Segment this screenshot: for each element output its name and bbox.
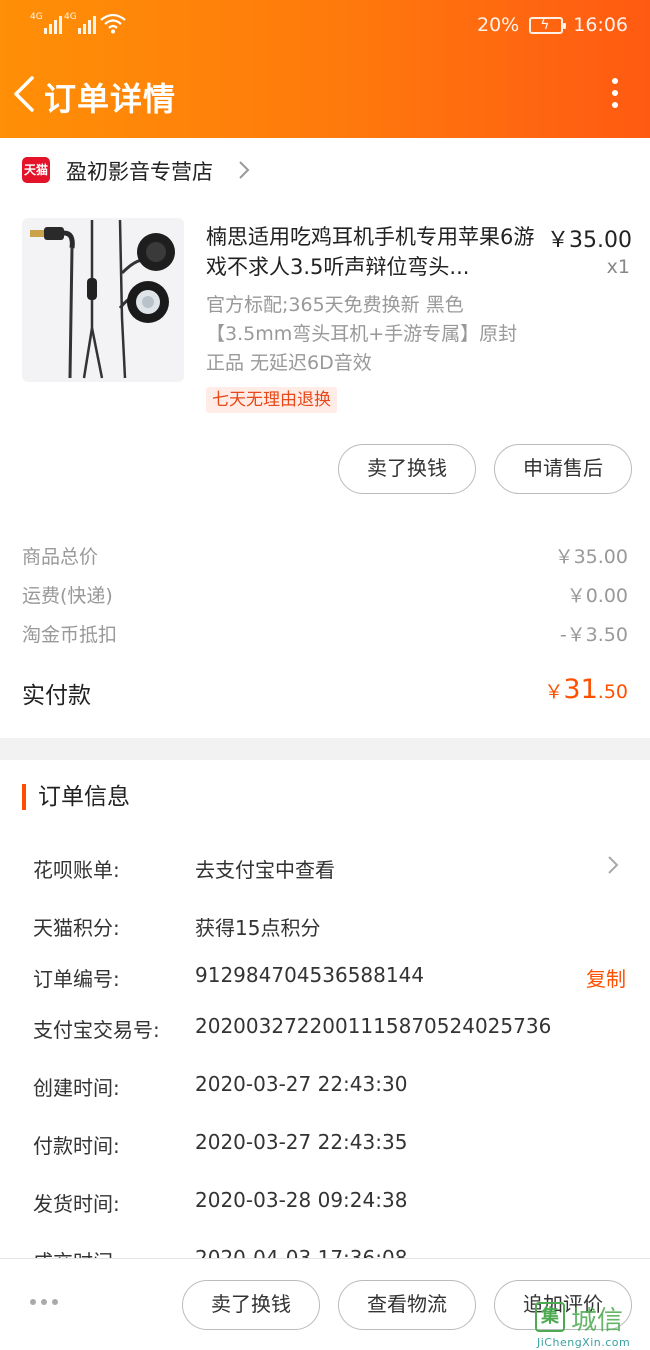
product-image[interactable] [22,218,184,382]
info-label: 订单编号: [33,967,120,991]
header: 4G 4G 20% ϟ 16:06 订单详情 [0,0,650,138]
chevron-right-icon [239,161,250,179]
after-sale-button[interactable]: 申请售后 [494,444,632,494]
wifi-icon [100,13,126,34]
signal-icon: 4G [30,12,62,34]
info-label: 支付宝交易号: [33,1018,160,1042]
store-row[interactable]: 天猫 盈初影音专营店 [0,138,650,202]
info-value: 2020-03-28 09:24:38 [195,1188,408,1212]
more-dots-icon[interactable] [30,1299,58,1305]
battery-percent: 20% [477,14,520,36]
summary-value: ￥0.00 [566,585,628,607]
signal-icon: 4G [64,12,96,34]
info-label: 花呗账单: [33,858,120,882]
summary-row: 商品总价 ￥35.00 [22,542,628,569]
watermark-logo: 集 城信 JiChengXin.com [533,1300,650,1350]
summary-label: 淘金币抵扣 [22,624,118,646]
battery-icon: ϟ [529,16,567,34]
return-policy-badge: 七天无理由退换 [206,387,337,413]
page-title: 订单详情 [44,80,177,118]
total-amount: ￥31.50 [544,674,628,705]
chevron-right-icon[interactable] [606,854,620,876]
info-label: 发货时间: [33,1192,120,1216]
watermark-icon: 集 [535,1302,565,1332]
total-label: 实付款 [22,683,91,709]
product-price: ￥35.00 [547,228,632,253]
tmall-icon: 天猫 [22,157,50,183]
navbar: 订单详情 [0,60,650,130]
info-value: 2020-03-27 22:43:30 [195,1072,408,1096]
info-label: 天猫积分: [33,916,120,940]
status-bar: 4G 4G 20% ϟ 16:06 [0,0,650,52]
info-value: 获得15点积分 [195,916,321,940]
info-value: 2020032722001115870524025736 [195,1014,552,1038]
product-card: 楠思适用吃鸡耳机手机专用苹果6游戏不求人3.5听声辩位弯头... ￥35.00 … [0,208,650,428]
copy-button[interactable]: 复制 [586,963,626,992]
view-logistics-button[interactable]: 查看物流 [338,1280,476,1330]
product-quantity: x1 [606,256,630,278]
product-sku: 官方标配;365天免费换新 黑色【3.5mm弯头耳机+手游专属】原封正品 无延迟… [206,294,518,374]
product-title[interactable]: 楠思适用吃鸡耳机手机专用苹果6游戏不求人3.5听声辩位弯头... [206,222,542,282]
huabei-link[interactable]: 去支付宝中查看 [195,854,335,883]
sell-button[interactable]: 卖了换钱 [338,444,476,494]
info-label: 创建时间: [33,1076,120,1100]
sell-button[interactable]: 卖了换钱 [182,1280,320,1330]
info-value: 2020-03-27 22:43:35 [195,1130,408,1154]
store-name[interactable]: 盈初影音专营店 [66,156,213,186]
summary-value: -￥3.50 [559,624,628,646]
summary-row: 运费(快递) ￥0.00 [22,581,628,608]
summary-label: 运费(快递) [22,585,113,607]
clock: 16:06 [573,14,628,36]
order-info-title: 订单信息 [22,784,130,810]
summary-label: 商品总价 [22,546,99,568]
section-divider [0,738,650,760]
info-label: 付款时间: [33,1134,120,1158]
summary-value: ￥35.00 [554,546,628,568]
back-arrow-icon[interactable] [10,74,38,114]
order-number: 912984704536588144 [195,963,425,987]
summary-row: 淘金币抵扣 -￥3.50 [22,620,628,647]
more-options-icon[interactable] [610,78,620,114]
